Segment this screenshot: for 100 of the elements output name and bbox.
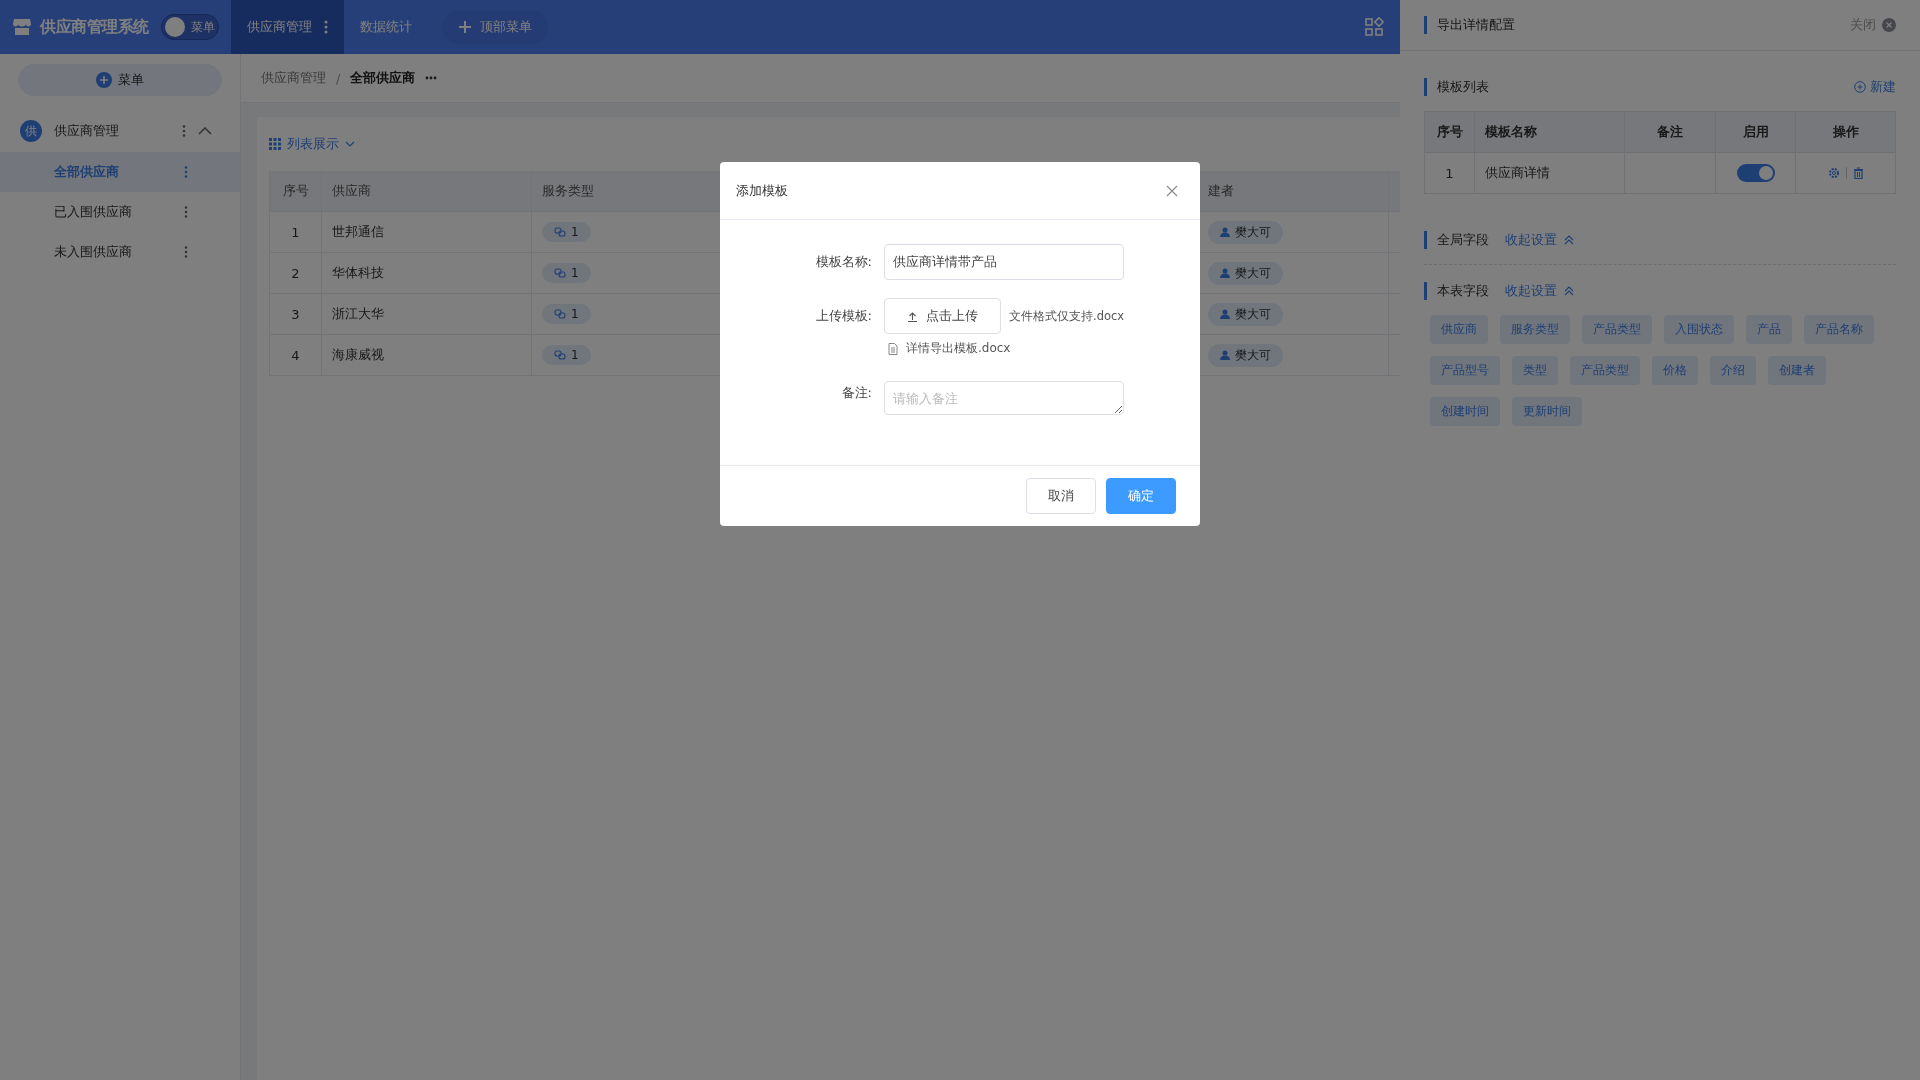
user-icon	[1220, 350, 1230, 360]
user-icon	[1220, 227, 1230, 237]
shop-icon	[12, 17, 32, 37]
plus-icon	[96, 72, 112, 88]
chevron-icon	[1563, 235, 1575, 245]
field-tag[interactable]: 创建时间	[1430, 397, 1500, 426]
column-header: 操作	[1832, 123, 1859, 141]
field-tag[interactable]: 类型	[1512, 356, 1558, 385]
table-cell: 供应商详情	[1485, 164, 1550, 182]
view-switch[interactable]: 列表展示	[269, 135, 355, 153]
more-icon	[182, 125, 186, 137]
enable-switch[interactable]	[1736, 164, 1775, 182]
add-menu-button[interactable]: 菜单	[18, 64, 222, 96]
service-tag: 1	[542, 222, 591, 242]
chevron-icon	[1563, 286, 1575, 296]
column-header: 模板名称	[1485, 123, 1537, 141]
field-tag[interactable]: 产品名称	[1804, 315, 1874, 344]
creator-tag: 樊大可	[1208, 220, 1283, 244]
service-tag: 1	[542, 304, 591, 324]
field-tag[interactable]: 创建者	[1768, 356, 1826, 385]
menu-toggle[interactable]: 菜单	[160, 14, 219, 40]
field-tag[interactable]: 服务类型	[1500, 315, 1570, 344]
top-nav-tab[interactable]: 数据统计	[343, 0, 428, 54]
creator-tag: 樊大可	[1208, 302, 1283, 326]
sidebar-item[interactable]: 已入围供应商	[0, 192, 240, 232]
close-icon	[1882, 18, 1896, 32]
group-badge: 供	[20, 120, 42, 142]
top-nav-tab[interactable]: 供应商管理	[230, 0, 344, 54]
note-field[interactable]: 请输入备注	[884, 381, 1124, 415]
service-tag: 1	[542, 345, 591, 365]
collapse-link[interactable]: 收起设置	[1505, 282, 1575, 300]
column-header: 供应商	[332, 182, 371, 200]
breadcrumb-link[interactable]: 供应商管理	[261, 69, 326, 87]
upload-hint: 文件格式仅支持.docx	[1009, 308, 1125, 324]
table-cell: 3	[291, 306, 300, 322]
section-title: 模板列表	[1424, 78, 1489, 96]
link-icon	[554, 268, 566, 278]
upload-button[interactable]: 点击上传	[884, 298, 1001, 334]
plus-icon	[457, 20, 472, 34]
field-tag[interactable]: 产品	[1746, 315, 1792, 344]
field-tag[interactable]: 供应商	[1430, 315, 1488, 344]
field-tag[interactable]: 价格	[1652, 356, 1698, 385]
cancel-button[interactable]: 取消	[1026, 478, 1096, 514]
field-tag[interactable]: 产品类型	[1570, 356, 1640, 385]
grid-icon	[269, 138, 281, 150]
table-cell: 1	[1445, 165, 1454, 181]
link-icon	[554, 309, 566, 319]
more-icon[interactable]	[425, 76, 438, 80]
chevron-icon	[345, 141, 355, 147]
creator-tag: 樊大可	[1208, 261, 1283, 285]
template-name-field[interactable]: 供应商详情带产品	[884, 244, 1124, 280]
settings-icon[interactable]	[1827, 167, 1840, 179]
delete-icon[interactable]	[1852, 167, 1864, 179]
service-tag: 1	[542, 263, 591, 283]
more-icon[interactable]	[184, 206, 188, 218]
more-icon[interactable]	[184, 166, 188, 178]
user-icon	[1220, 268, 1230, 278]
field-tag[interactable]: 更新时间	[1512, 397, 1582, 426]
close-icon[interactable]	[1166, 184, 1178, 197]
user-icon	[1220, 309, 1230, 319]
table-cell: 海康威视	[332, 346, 384, 364]
more-icon[interactable]	[184, 246, 188, 258]
column-header: 建者	[1208, 182, 1234, 200]
new-template-link[interactable]: 新建	[1854, 78, 1896, 96]
column-header: 服务类型	[542, 182, 594, 200]
table-cell: 2	[291, 265, 300, 281]
app-title: 供应商管理系统	[40, 16, 149, 38]
drawer-title: 导出详情配置	[1424, 16, 1515, 34]
file-icon	[888, 342, 898, 355]
upload-icon	[907, 310, 918, 322]
column-header: 序号	[1436, 123, 1463, 141]
collapse-link[interactable]: 收起设置	[1505, 231, 1575, 249]
field-tag[interactable]: 产品型号	[1430, 356, 1500, 385]
field-tag[interactable]: 产品类型	[1582, 315, 1652, 344]
link-icon	[554, 350, 566, 360]
table-cell: 世邦通信	[332, 223, 384, 241]
chevron-icon	[198, 127, 212, 135]
sidebar-item[interactable]: 未入围供应商	[0, 232, 240, 272]
form-label: 模板名称:	[814, 253, 873, 271]
confirm-button[interactable]: 确定	[1106, 478, 1176, 514]
breadcrumb-link[interactable]: 全部供应商	[350, 69, 416, 87]
section-title: 全局字段	[1424, 231, 1489, 249]
section-title: 本表字段	[1424, 282, 1489, 300]
uploaded-file[interactable]: 详情导出模板.docx	[884, 334, 1125, 357]
field-tag[interactable]: 介绍	[1710, 356, 1756, 385]
column-header: 备注	[1657, 123, 1683, 141]
link-icon	[554, 227, 566, 237]
sidebar-item[interactable]: 全部供应商	[0, 152, 240, 192]
table-cell: 华体科技	[332, 264, 384, 282]
breadcrumb-separator: /	[336, 70, 341, 86]
table-cell: 1	[291, 224, 300, 240]
plus-icon	[1854, 81, 1866, 93]
apps-icon[interactable]	[1364, 17, 1384, 37]
top-menu-button[interactable]: 顶部菜单	[441, 10, 548, 44]
sidebar-group[interactable]: 供 供应商管理	[0, 110, 240, 152]
form-label: 上传模板:	[814, 307, 873, 325]
table-cell: 4	[291, 347, 300, 363]
more-icon	[323, 20, 328, 34]
table-cell: 浙江大华	[332, 305, 384, 323]
field-tag[interactable]: 入围状态	[1664, 315, 1734, 344]
